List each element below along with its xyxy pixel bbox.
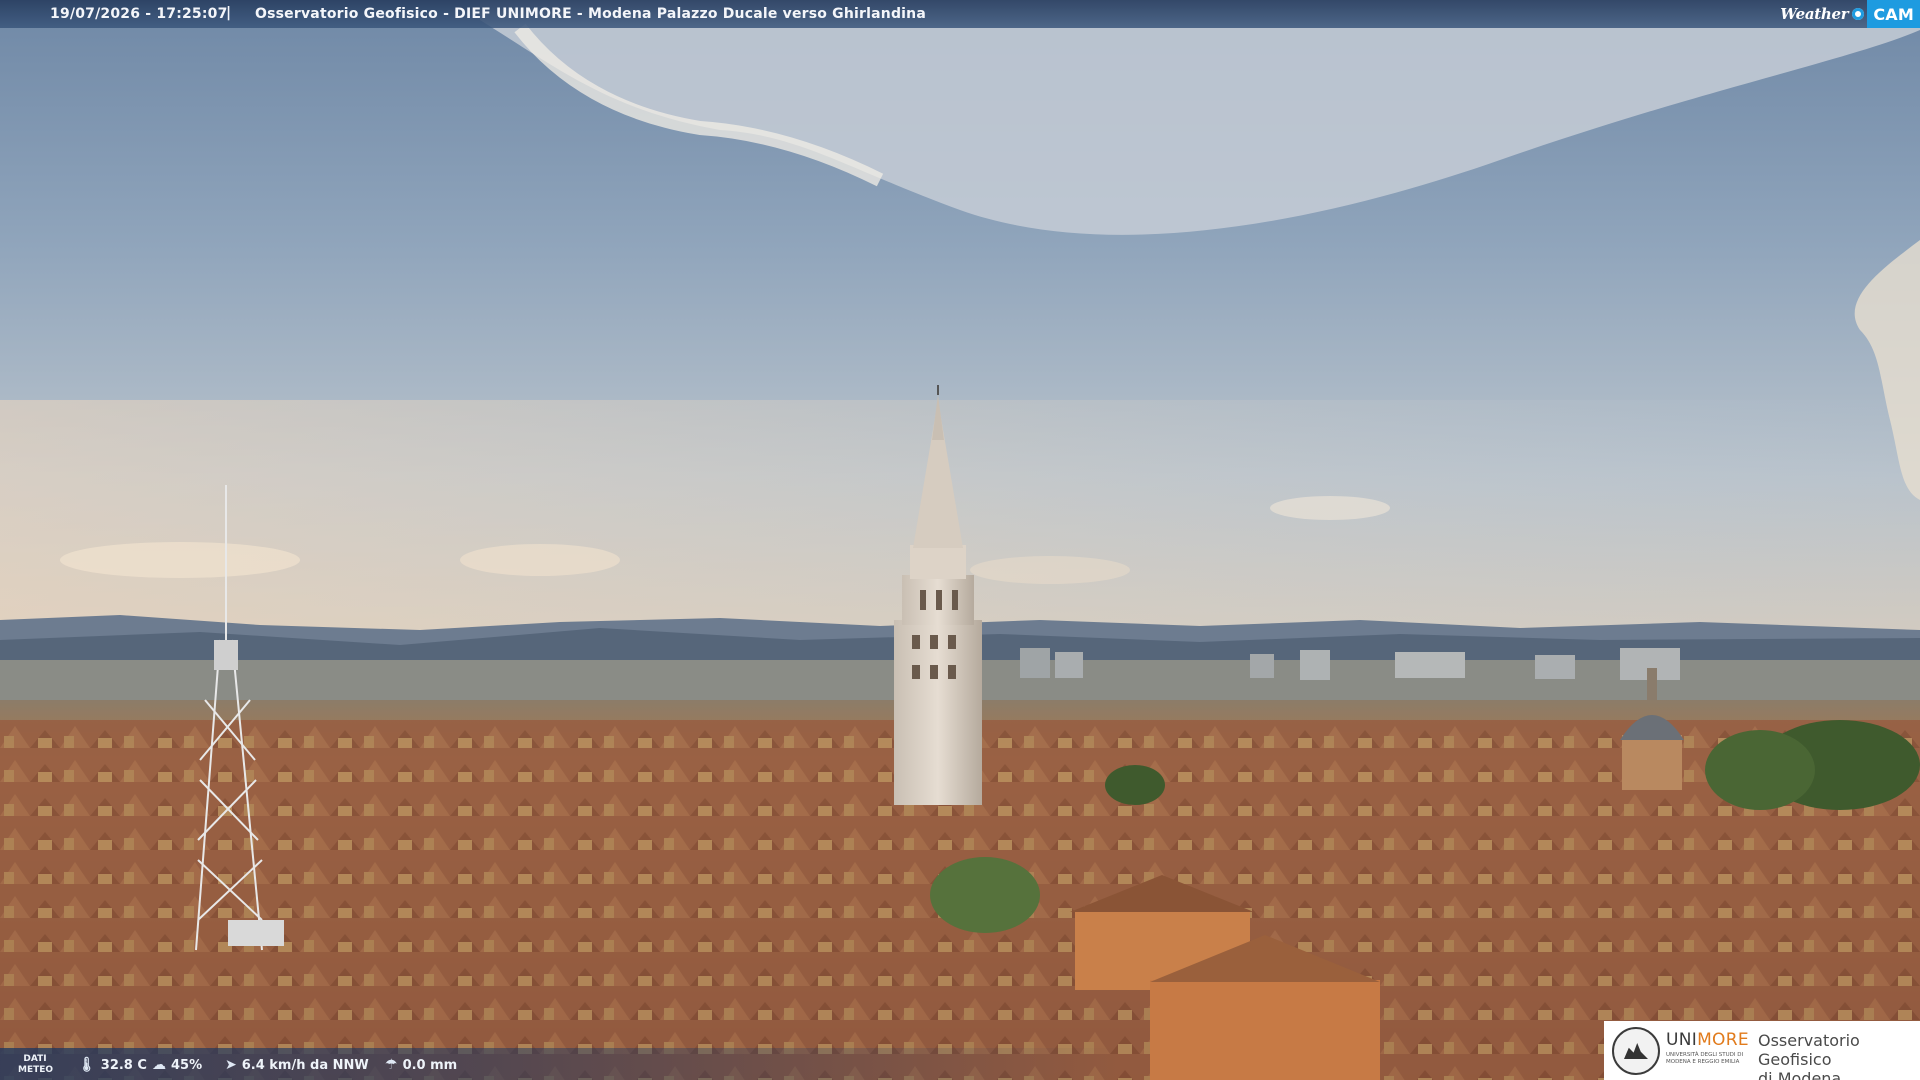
- unimore-logo-box: UNIMORE UNIVERSITÀ DEGLI STUDI DI MODENA…: [1604, 1021, 1920, 1080]
- caption-separator: |: [226, 5, 232, 21]
- rain-readout: ☂ 0.0 mm: [385, 1057, 458, 1073]
- thermometer-icon: 🌡: [78, 1057, 96, 1073]
- caption-bar: 19/07/2026 - 17:25:07 | Osservatorio Geo…: [0, 0, 1920, 28]
- unimore-subtitle: UNIVERSITÀ DEGLI STUDI DI MODENA E REGGI…: [1666, 1052, 1744, 1065]
- temperature-readout: 🌡 32.8 C: [78, 1057, 147, 1073]
- university-seal-icon: [1612, 1027, 1660, 1075]
- wind-icon: ➤: [225, 1057, 237, 1073]
- timestamp: 19/07/2026 - 17:25:07: [50, 6, 228, 22]
- humidity-drop-icon: ☁: [152, 1057, 166, 1073]
- brand-cam-text: CAM: [1867, 0, 1920, 28]
- weather-data-label: DATI METEO: [18, 1054, 54, 1075]
- webcam-scene: [0, 0, 1920, 1080]
- weathercam-logo: Weather CAM: [1780, 0, 1920, 28]
- rain-gauge-icon: ☂: [385, 1057, 398, 1073]
- observatory-name: Osservatorio Geofisico di Modena: [1758, 1031, 1860, 1080]
- camera-title: Osservatorio Geofisico - DIEF UNIMORE - …: [255, 6, 926, 22]
- weather-data-bar: DATI METEO 🌡 32.8 C ☁ 45% ➤ 6.4 km/h da …: [0, 1048, 1600, 1080]
- humidity-readout: ☁ 45%: [152, 1057, 203, 1073]
- brand-weather-text: Weather: [1780, 5, 1849, 23]
- lens-icon: [1852, 8, 1865, 20]
- unimore-wordmark: UNIMORE: [1666, 1030, 1749, 1050]
- wind-readout: ➤ 6.4 km/h da NNW: [225, 1057, 369, 1073]
